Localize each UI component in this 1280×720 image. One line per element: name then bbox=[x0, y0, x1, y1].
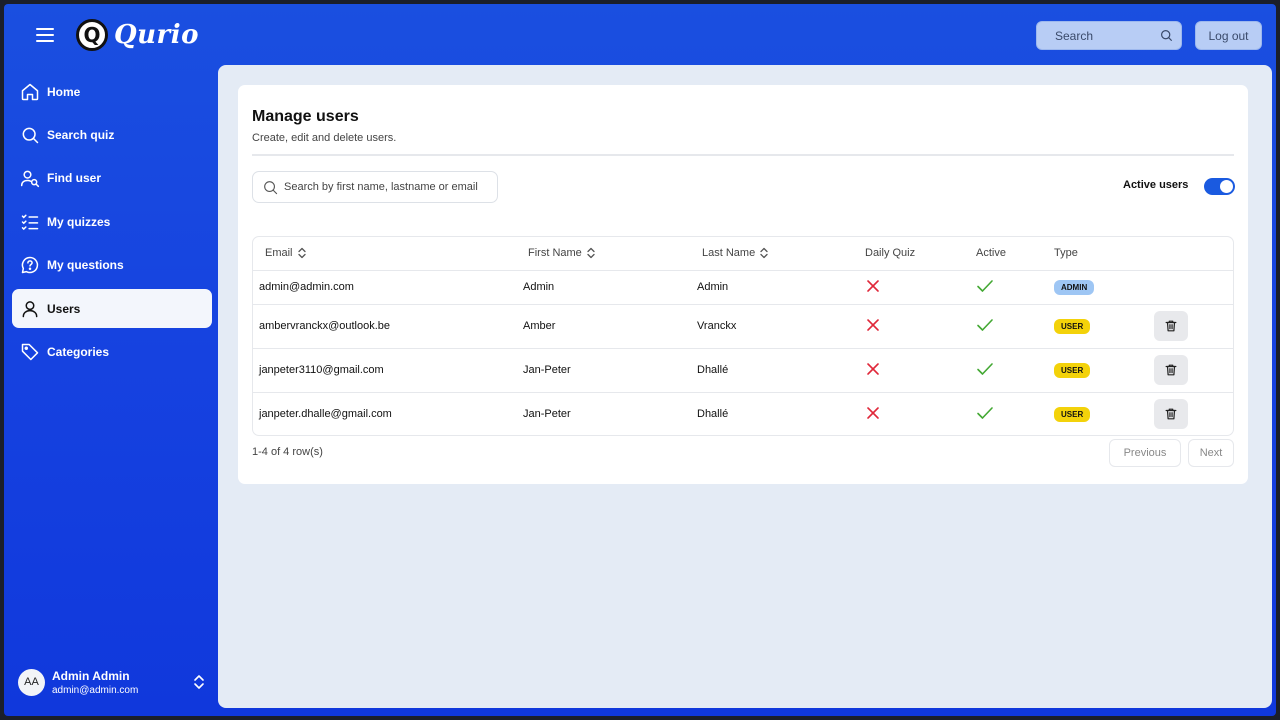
check-icon bbox=[977, 279, 993, 292]
page-title: Manage users bbox=[252, 108, 359, 125]
user-search-field[interactable] bbox=[252, 171, 498, 203]
table-row[interactable]: admin@admin.com Admin Admin ADMIN bbox=[253, 269, 1233, 304]
sort-icon bbox=[587, 248, 595, 259]
account-menu[interactable]: AA Admin Admin admin@admin.com bbox=[18, 668, 206, 696]
app-window: Q Qurio Search Log out Home Search quiz … bbox=[4, 4, 1276, 716]
header-search-label: Search bbox=[1055, 28, 1094, 43]
table-row[interactable]: janpeter.dhalle@gmail.com Jan-Peter Dhal… bbox=[253, 391, 1233, 435]
active-users-toggle[interactable] bbox=[1204, 178, 1235, 195]
cell-email: ambervranckx@outlook.be bbox=[253, 303, 517, 348]
active-users-label: Active users bbox=[1123, 179, 1189, 191]
sidebar-item-my-quizzes[interactable]: My quizzes bbox=[12, 202, 212, 241]
sidebar-item-label: Home bbox=[47, 84, 81, 99]
delete-user-button[interactable] bbox=[1154, 311, 1188, 341]
sidebar-item-label: Users bbox=[47, 301, 81, 316]
user-icon bbox=[22, 300, 38, 317]
cross-icon bbox=[867, 406, 879, 419]
main-content: Manage users Create, edit and delete use… bbox=[218, 65, 1272, 708]
column-header-daily-quiz: Daily Quiz bbox=[865, 247, 916, 260]
search-icon bbox=[22, 127, 39, 143]
divider bbox=[252, 154, 1234, 156]
question-bubble-icon bbox=[21, 256, 39, 273]
sidebar-item-label: My quizzes bbox=[47, 214, 111, 229]
header-search-button[interactable]: Search bbox=[1036, 21, 1182, 50]
cell-email: admin@admin.com bbox=[253, 269, 517, 304]
logout-button[interactable]: Log out bbox=[1195, 21, 1262, 50]
sidebar-item-label: My questions bbox=[47, 257, 124, 272]
sort-icon bbox=[760, 248, 768, 259]
cross-icon bbox=[867, 318, 879, 331]
cell-last-name: Vranckx bbox=[691, 303, 864, 348]
account-name: Admin Admin bbox=[52, 668, 130, 683]
sidebar-item-search-quiz[interactable]: Search quiz bbox=[12, 115, 212, 154]
list-check-icon bbox=[21, 214, 39, 230]
check-icon bbox=[977, 318, 993, 331]
delete-user-button[interactable] bbox=[1154, 399, 1188, 430]
chevrons-up-down-icon bbox=[194, 675, 204, 689]
next-page-button[interactable]: Next bbox=[1188, 439, 1234, 467]
trash-icon bbox=[1165, 364, 1177, 376]
rows-summary: 1-4 of 4 row(s) bbox=[252, 446, 323, 458]
avatar: AA bbox=[18, 668, 45, 696]
app-name: Qurio bbox=[114, 20, 199, 50]
search-icon bbox=[1161, 30, 1172, 41]
home-icon bbox=[21, 83, 39, 100]
cell-email: janpeter.dhalle@gmail.com bbox=[253, 391, 517, 435]
app-logo[interactable]: Q Qurio bbox=[76, 19, 199, 51]
table-row[interactable]: janpeter3110@gmail.com Jan-Peter Dhallé … bbox=[253, 347, 1233, 392]
sidebar-item-categories[interactable]: Categories bbox=[12, 332, 212, 371]
type-badge: USER bbox=[1054, 318, 1091, 334]
cell-first-name: Amber bbox=[517, 303, 691, 348]
cell-first-name: Jan-Peter bbox=[517, 347, 691, 392]
tag-icon bbox=[21, 343, 39, 360]
sidebar-item-my-questions[interactable]: My questions bbox=[12, 245, 212, 284]
cell-last-name: Dhallé bbox=[691, 347, 864, 392]
check-icon bbox=[977, 362, 993, 375]
column-header-first-name[interactable]: First Name bbox=[517, 237, 691, 270]
cross-icon bbox=[867, 279, 879, 292]
check-icon bbox=[977, 406, 993, 419]
logo-mark-icon: Q bbox=[76, 19, 108, 51]
users-table: Email First Name Last Name Daily Quiz Ac… bbox=[252, 236, 1234, 436]
sidebar-item-home[interactable]: Home bbox=[12, 72, 212, 111]
cell-first-name: Jan-Peter bbox=[517, 391, 691, 435]
account-email: admin@admin.com bbox=[52, 684, 139, 696]
sidebar-item-label: Categories bbox=[47, 344, 110, 359]
column-header-last-name[interactable]: Last Name bbox=[691, 237, 864, 270]
column-header-type: Type bbox=[1054, 247, 1078, 260]
user-search-icon bbox=[20, 170, 40, 187]
trash-icon bbox=[1165, 320, 1177, 332]
sort-icon bbox=[297, 248, 306, 259]
cross-icon bbox=[867, 362, 879, 375]
column-header-active: Active bbox=[976, 247, 1006, 260]
sidebar-item-find-user[interactable]: Find user bbox=[12, 158, 212, 197]
sidebar-item-label: Search quiz bbox=[47, 127, 115, 142]
search-icon bbox=[264, 180, 278, 194]
cell-email: janpeter3110@gmail.com bbox=[253, 347, 517, 392]
cell-first-name: Admin bbox=[517, 269, 691, 304]
cell-last-name: Admin bbox=[691, 269, 864, 304]
manage-users-card: Manage users Create, edit and delete use… bbox=[238, 85, 1248, 484]
cell-last-name: Dhallé bbox=[691, 391, 864, 435]
menu-toggle-icon[interactable] bbox=[36, 28, 54, 44]
type-badge: USER bbox=[1054, 406, 1091, 422]
user-search-input[interactable] bbox=[284, 181, 488, 193]
trash-icon bbox=[1165, 408, 1177, 420]
column-header-email[interactable]: Email bbox=[253, 237, 517, 270]
page-subtitle: Create, edit and delete users. bbox=[252, 132, 397, 144]
table-row[interactable]: ambervranckx@outlook.be Amber Vranckx US… bbox=[253, 303, 1233, 348]
delete-user-button[interactable] bbox=[1154, 355, 1188, 385]
sidebar-item-label: Find user bbox=[47, 170, 102, 185]
previous-page-button[interactable]: Previous bbox=[1109, 439, 1181, 467]
type-badge: USER bbox=[1054, 362, 1091, 378]
column-header-actions bbox=[1154, 237, 1233, 270]
sidebar-item-users[interactable]: Users bbox=[12, 289, 212, 328]
type-badge: ADMIN bbox=[1054, 279, 1095, 295]
